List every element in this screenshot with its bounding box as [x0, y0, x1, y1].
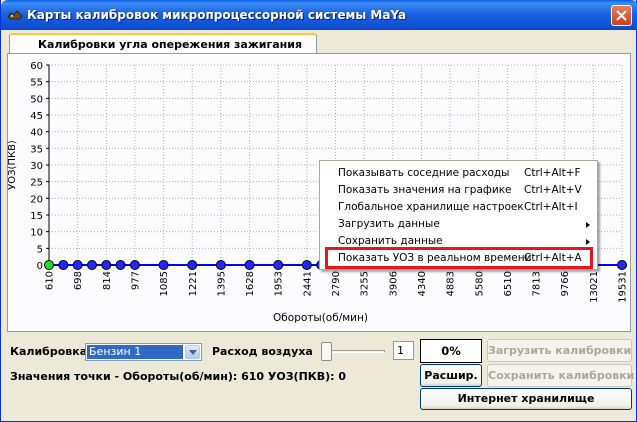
- x-tick-label: 1085: [159, 271, 170, 296]
- air-flow-field[interactable]: 1: [393, 341, 414, 360]
- menu-item-label: Загрузить данные: [338, 218, 440, 230]
- progress-text: 0%: [441, 344, 461, 358]
- chevron-down-icon: [189, 350, 197, 355]
- load-calibrations-label: Загрузить калибровки: [488, 344, 632, 357]
- x-tick-label: 19531: [618, 271, 629, 303]
- x-tick-label: 6510: [503, 271, 514, 296]
- menu-item[interactable]: Показать значения на графике Ctrl+Alt+V: [320, 181, 597, 198]
- highlight-annotation: [325, 247, 593, 269]
- point-values-text: Значения точки - Обороты(об/мин): 610 УО…: [10, 370, 347, 383]
- x-tick-label: 977: [130, 271, 141, 290]
- internet-storage-label: Интернет хранилище: [457, 392, 595, 405]
- y-tick-label: 60: [30, 61, 43, 72]
- expand-label: Расшир.: [424, 369, 478, 382]
- data-point[interactable]: [215, 260, 226, 270]
- slider-track: [323, 350, 385, 353]
- x-tick-label: 13021: [589, 271, 600, 303]
- data-point[interactable]: [187, 260, 198, 270]
- internet-storage-button[interactable]: Интернет хранилище: [420, 388, 632, 410]
- expand-button[interactable]: Расшир.: [420, 364, 482, 387]
- data-point[interactable]: [72, 260, 83, 270]
- data-point[interactable]: [273, 260, 284, 270]
- menu-item[interactable]: Загрузить данные: [320, 215, 597, 232]
- y-tick-label: 5: [37, 244, 43, 255]
- data-point[interactable]: [129, 260, 140, 270]
- x-tick-label: 3255: [360, 271, 371, 296]
- menu-item-label: Сохранить данные: [338, 235, 443, 247]
- menu-item[interactable]: Глобальное хранилище настроек Ctrl+Alt+I: [320, 198, 597, 215]
- menu-item-label: Показать значения на графике: [338, 184, 512, 196]
- air-flow-label: Расход воздуха: [212, 345, 313, 358]
- menu-item-label: Показывать соседние расходы: [338, 167, 510, 179]
- data-point[interactable]: [101, 260, 112, 270]
- x-axis-title: Обороты(об/мин): [273, 312, 368, 324]
- x-tick-label: 4340: [417, 271, 428, 296]
- data-point[interactable]: [158, 260, 169, 270]
- y-tick-label: 50: [30, 94, 43, 105]
- x-tick-label: 3906: [388, 271, 399, 296]
- data-point[interactable]: [244, 260, 255, 270]
- menu-item-shortcut: Ctrl+Alt+I: [524, 201, 578, 213]
- air-flow-slider[interactable]: [319, 341, 387, 361]
- data-point[interactable]: [115, 260, 126, 270]
- menu-item-shortcut: Ctrl+Alt+V: [524, 184, 582, 196]
- selected-data-point[interactable]: [44, 260, 54, 270]
- y-tick-label: 35: [30, 144, 43, 155]
- menu-item-label: Глобальное хранилище настроек: [338, 201, 524, 213]
- menu-item[interactable]: Показывать соседние расходы Ctrl+Alt+F: [320, 164, 597, 181]
- main-window: Карты калибровок микропроцессорной систе…: [0, 0, 637, 422]
- calibration-select[interactable]: Бензин 1: [85, 343, 202, 361]
- x-tick-label: 610: [45, 271, 56, 290]
- y-tick-label: 40: [30, 128, 43, 139]
- y-tick-label: 10: [30, 228, 43, 239]
- submenu-arrow-icon: [586, 222, 590, 228]
- x-tick-label: 4883: [446, 271, 457, 296]
- y-tick-label: 55: [30, 78, 43, 89]
- y-tick-label: 20: [30, 194, 43, 205]
- x-tick-label: 1628: [245, 271, 256, 296]
- load-calibrations-button[interactable]: Загрузить калибровки: [487, 339, 632, 362]
- progress-box: 0%: [420, 339, 482, 363]
- x-tick-label: 5580: [474, 271, 485, 296]
- submenu-arrow-icon: [586, 239, 590, 245]
- y-tick-label: 45: [30, 111, 43, 122]
- air-flow-value: 1: [397, 344, 404, 357]
- menu-item-shortcut: Ctrl+Alt+F: [524, 167, 581, 179]
- data-point[interactable]: [301, 260, 312, 270]
- calibration-label: Калибровка: [10, 345, 88, 358]
- y-axis-title: УОЗ(ПКВ): [7, 140, 18, 190]
- data-point[interactable]: [617, 260, 627, 270]
- x-tick-label: 2790: [331, 271, 342, 296]
- dropdown-button[interactable]: [185, 345, 200, 359]
- save-calibrations-label: Сохранить калибровки: [488, 369, 635, 382]
- x-tick-label: 9766: [560, 271, 571, 296]
- x-tick-label: 814: [102, 271, 113, 290]
- y-tick-label: 30: [30, 161, 43, 172]
- save-calibrations-button[interactable]: Сохранить калибровки: [487, 364, 635, 387]
- x-tick-label: 1953: [274, 271, 285, 296]
- x-tick-label: 698: [73, 271, 84, 290]
- data-point[interactable]: [58, 260, 69, 270]
- y-tick-label: 15: [30, 211, 43, 222]
- x-tick-label: 1395: [216, 271, 227, 296]
- x-tick-label: 1221: [188, 271, 199, 296]
- x-tick-label: 2441: [302, 271, 313, 296]
- y-tick-label: 25: [30, 178, 43, 189]
- slider-thumb[interactable]: [321, 342, 332, 361]
- x-tick-label: 7813: [532, 271, 543, 296]
- data-point[interactable]: [86, 260, 97, 270]
- calibration-value: Бензин 1: [89, 345, 142, 358]
- y-tick-label: 0: [37, 261, 43, 272]
